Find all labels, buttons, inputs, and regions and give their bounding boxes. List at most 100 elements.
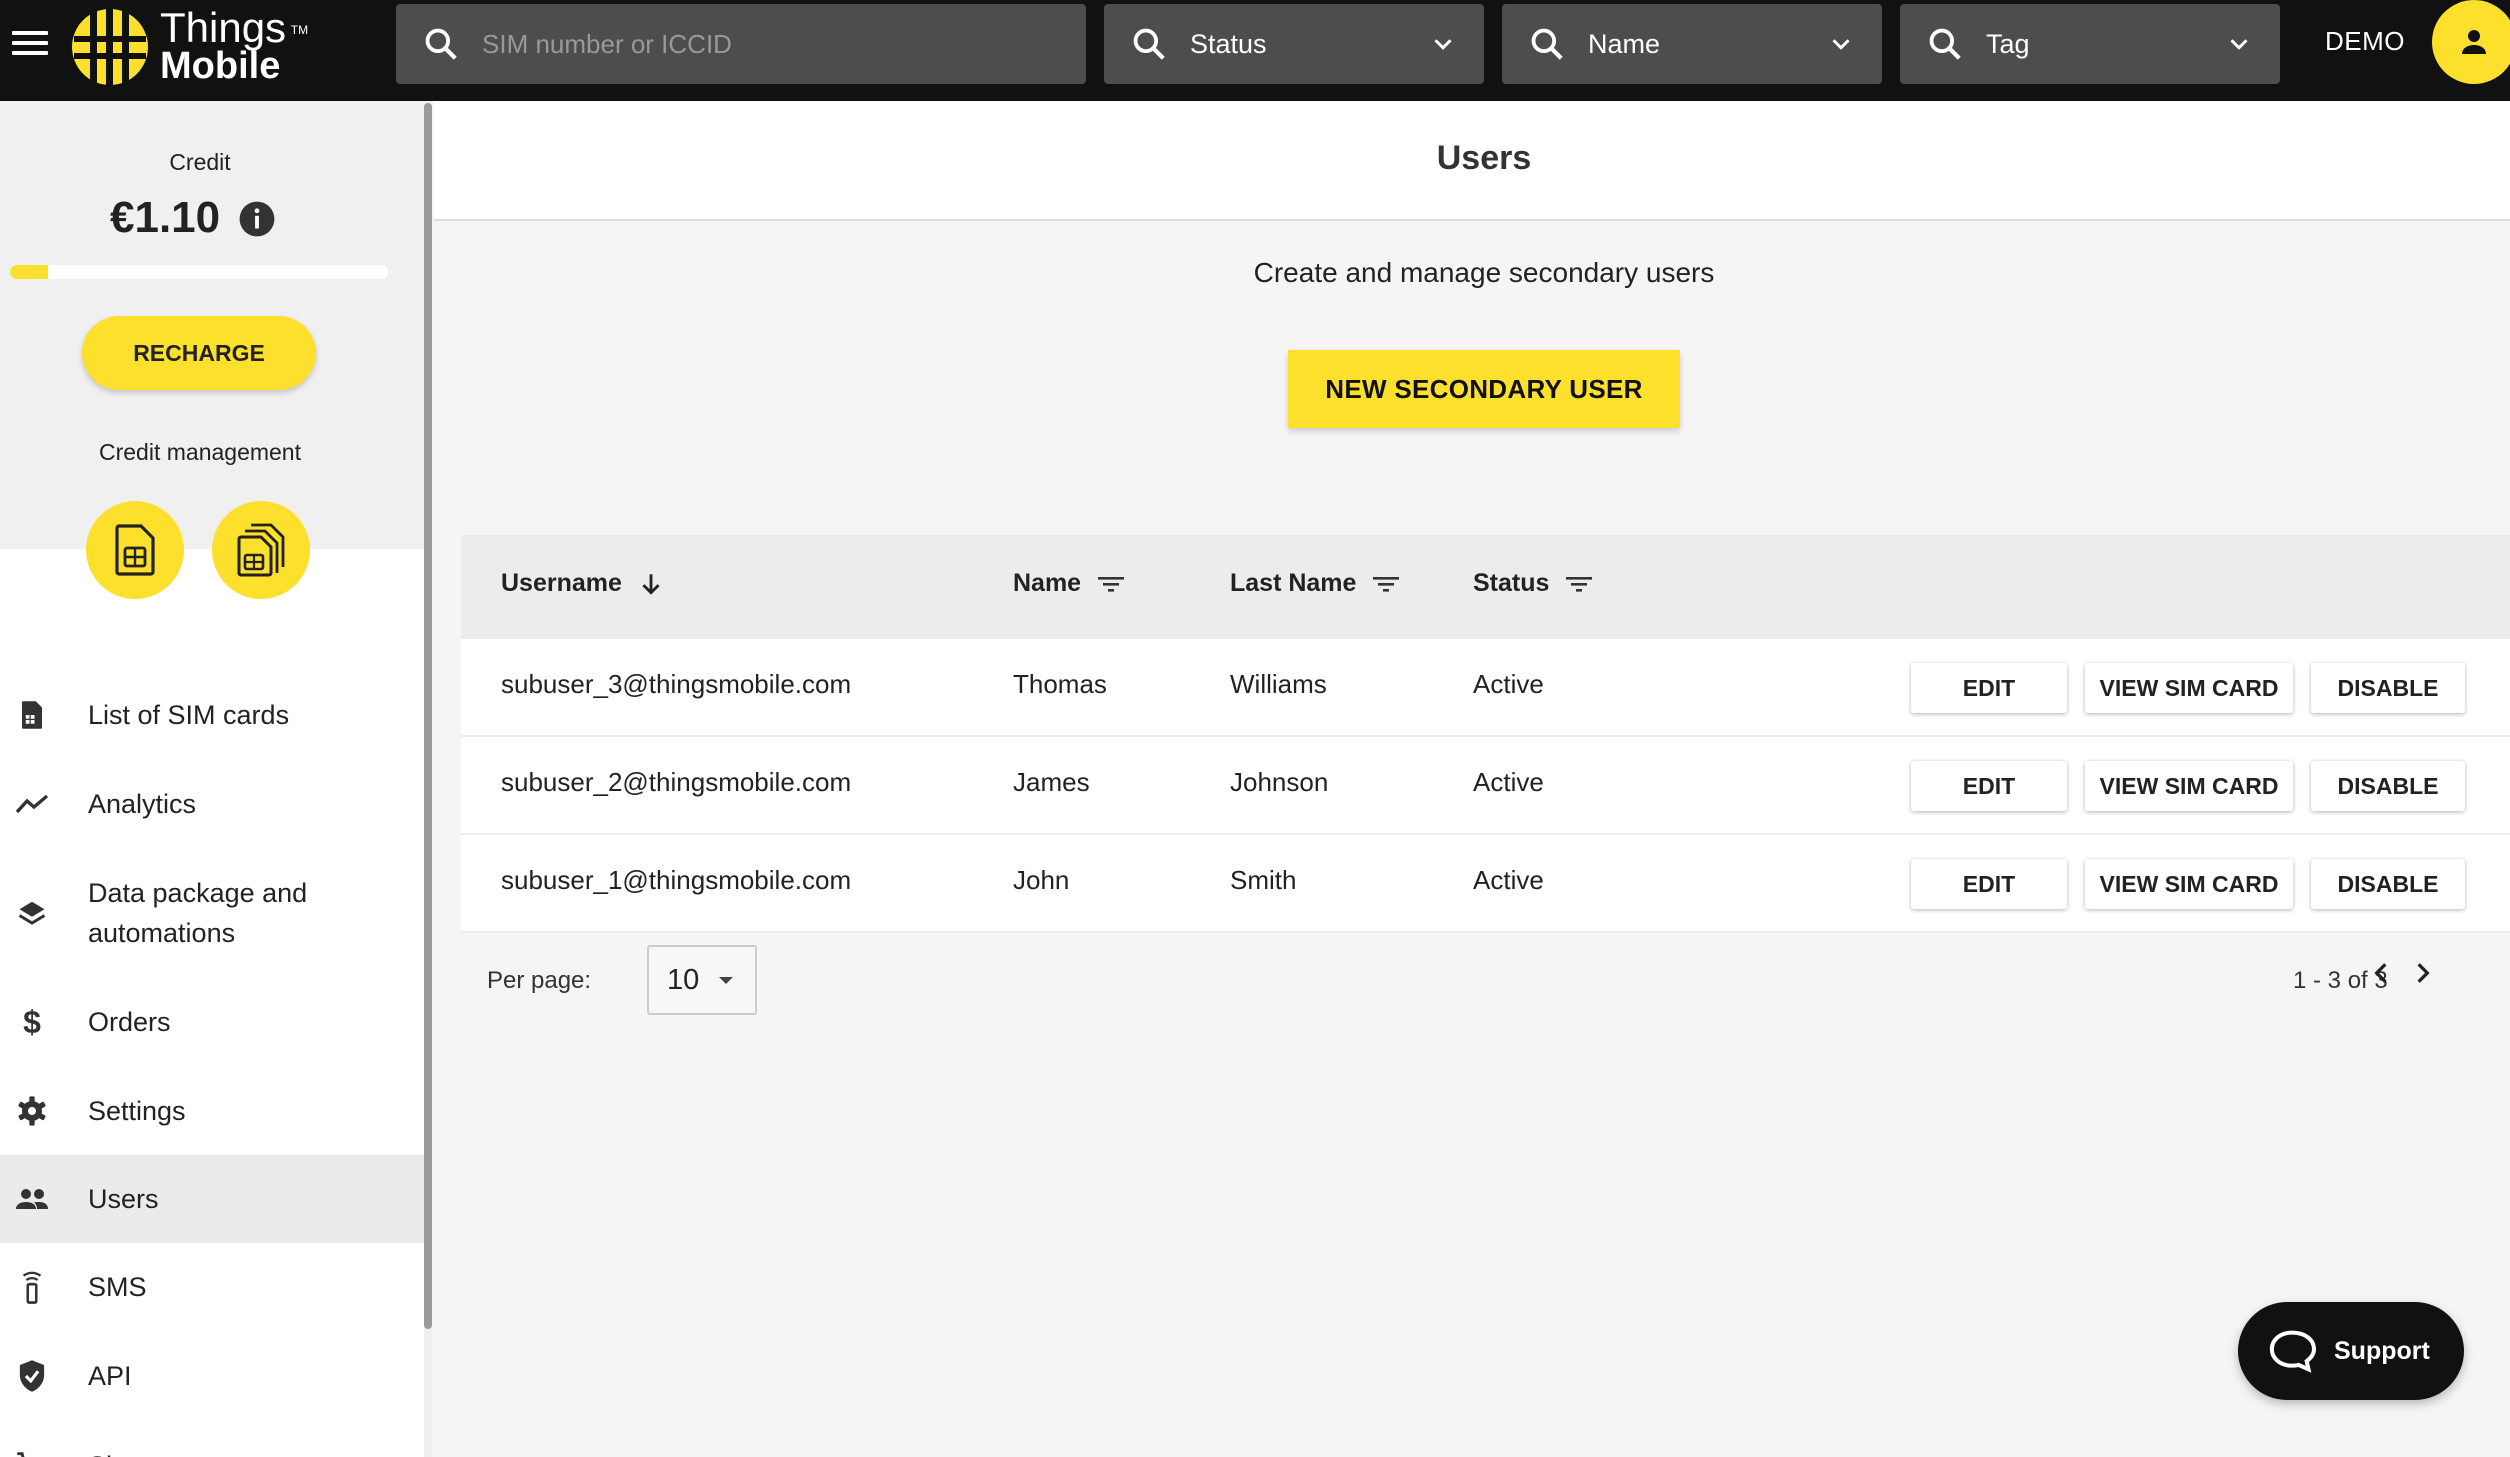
sidebar-item-shop[interactable]: Shop (0, 1421, 424, 1457)
cell-last-name: Williams (1230, 669, 1327, 699)
layers-icon (14, 895, 50, 931)
logo-mark-icon (72, 9, 148, 85)
view-sim-card-button[interactable]: VIEW SIM CARD (2085, 761, 2293, 811)
chevron-down-icon (2230, 39, 2248, 50)
credit-management-label: Credit management (99, 439, 301, 465)
support-label: Support (2334, 1336, 2430, 1365)
disable-button[interactable]: DISABLE (2311, 663, 2465, 713)
cell-last-name: Johnson (1230, 767, 1329, 797)
column-header-status[interactable]: Status (1473, 569, 1593, 598)
edit-button[interactable]: EDIT (1911, 663, 2067, 713)
main-content: Users Create and manage secondary users … (434, 101, 2510, 1457)
column-header-label: Last Name (1230, 569, 1357, 597)
cell-name: Thomas (1013, 669, 1107, 699)
cell-status: Active (1473, 865, 1544, 895)
per-page-value: 10 (667, 963, 700, 996)
sidebar-item-sim-cards[interactable]: List of SIM cards (0, 671, 424, 759)
sort-arrow-down-icon (642, 573, 660, 595)
sidebar-item-label: SMS (88, 1272, 147, 1302)
sidebar-scrollbar[interactable] (424, 103, 432, 1329)
dropdown-arrow-icon (719, 976, 734, 984)
sidebar-nav: List of SIM cards Analytics Data package… (0, 671, 424, 1457)
sidebar-item-label: Orders (88, 1007, 171, 1037)
cart-icon (14, 1448, 50, 1457)
previous-page-button[interactable] (2361, 953, 2401, 993)
sim-card-icon (14, 697, 50, 733)
filter-icon (1566, 576, 1593, 592)
view-sim-card-button[interactable]: VIEW SIM CARD (2085, 859, 2293, 909)
multi-sim-button[interactable] (212, 501, 310, 599)
disable-button[interactable]: DISABLE (2311, 761, 2465, 811)
page-header: Users (434, 101, 2510, 221)
sim-search-input[interactable] (482, 28, 982, 60)
sidebar-item-sms[interactable]: SMS (0, 1243, 424, 1331)
sim-card-button[interactable] (86, 501, 184, 599)
sidebar-item-label: Shop (88, 1446, 151, 1457)
multi-sim-icon (237, 523, 285, 577)
edit-button[interactable]: EDIT (1911, 859, 2067, 909)
user-avatar[interactable] (2432, 0, 2510, 84)
tag-filter[interactable]: Tag (1900, 4, 2280, 84)
users-table: Username Name Last Name Status subuser_3… (461, 535, 2510, 933)
sidebar-item-label: API (88, 1361, 132, 1391)
sidebar-item-label: Analytics (88, 789, 197, 819)
chevron-left-icon (2374, 963, 2387, 983)
sidebar-item-settings[interactable]: Settings (0, 1067, 424, 1155)
menu-icon[interactable] (12, 26, 48, 62)
account-label[interactable]: DEMO (2325, 26, 2405, 57)
sidebar-item-orders[interactable]: $ Orders (0, 977, 424, 1067)
recharge-button[interactable]: RECHARGE (82, 316, 316, 390)
name-filter-label: Name (1588, 28, 1661, 59)
logo-wordmark: Things TM Mobile (160, 7, 308, 86)
filter-icon (1373, 576, 1400, 592)
credit-progress-fill (10, 265, 48, 279)
chevron-down-icon (1832, 39, 1850, 50)
credit-label: Credit (169, 149, 231, 175)
name-filter[interactable]: Name (1502, 4, 1882, 84)
cell-username: subuser_2@thingsmobile.com (501, 767, 852, 797)
analytics-icon (14, 786, 50, 822)
pagination: Per page: 10 1 - 3 of 3 (461, 943, 2510, 1043)
column-header-last-name[interactable]: Last Name (1230, 569, 1400, 598)
info-icon[interactable] (238, 200, 276, 238)
credit-panel: Credit €1.10 RECHARGE Credit management (0, 101, 424, 599)
view-sim-card-button[interactable]: VIEW SIM CARD (2085, 663, 2293, 713)
search-icon (425, 28, 457, 60)
support-button[interactable]: Support (2238, 1302, 2464, 1400)
search-icon (1929, 28, 1961, 60)
new-secondary-user-button[interactable]: NEW SECONDARY USER (1288, 350, 1680, 428)
table-row: subuser_1@thingsmobile.com John Smith Ac… (461, 835, 2510, 933)
disable-button[interactable]: DISABLE (2311, 859, 2465, 909)
chat-bubble-icon (2269, 1330, 2316, 1373)
shield-icon (14, 1358, 50, 1394)
table-row: subuser_3@thingsmobile.com Thomas Willia… (461, 639, 2510, 737)
filter-icon (1098, 576, 1125, 592)
credit-value: €1.10 (110, 193, 221, 242)
column-header-label: Name (1013, 569, 1082, 597)
sidebar-item-analytics[interactable]: Analytics (0, 759, 424, 849)
column-header-name[interactable]: Name (1013, 569, 1125, 598)
status-filter[interactable]: Status (1104, 4, 1484, 84)
next-page-button[interactable] (2403, 953, 2443, 993)
users-icon (14, 1181, 50, 1217)
tag-filter-label: Tag (1986, 28, 2030, 59)
sim-search-box[interactable] (396, 4, 1086, 84)
top-bar: ThingsTM Mobile Status Name Tag DEMO (0, 0, 2510, 101)
cell-last-name: Smith (1230, 865, 1297, 895)
cell-status: Active (1473, 767, 1544, 797)
column-header-label: Status (1473, 569, 1550, 597)
per-page-select[interactable]: 10 (647, 945, 757, 1015)
table-header: Username Name Last Name Status (461, 535, 2510, 639)
cell-name: James (1013, 767, 1090, 797)
column-header-username[interactable]: Username (501, 569, 664, 598)
page-subtitle: Create and manage secondary users (1253, 257, 1715, 288)
search-icon (1133, 28, 1165, 60)
sidebar-item-data-package[interactable]: Data package and automations (0, 849, 424, 977)
sidebar-item-users[interactable]: Users (0, 1155, 424, 1243)
brand-logo[interactable]: Things TM Mobile (70, 6, 308, 88)
edit-button[interactable]: EDIT (1911, 761, 2067, 811)
credit-progress-bar (10, 265, 388, 279)
sidebar-item-api[interactable]: API (0, 1331, 424, 1421)
chevron-right-icon (2417, 963, 2430, 983)
sidebar-item-label: Settings (88, 1096, 186, 1126)
